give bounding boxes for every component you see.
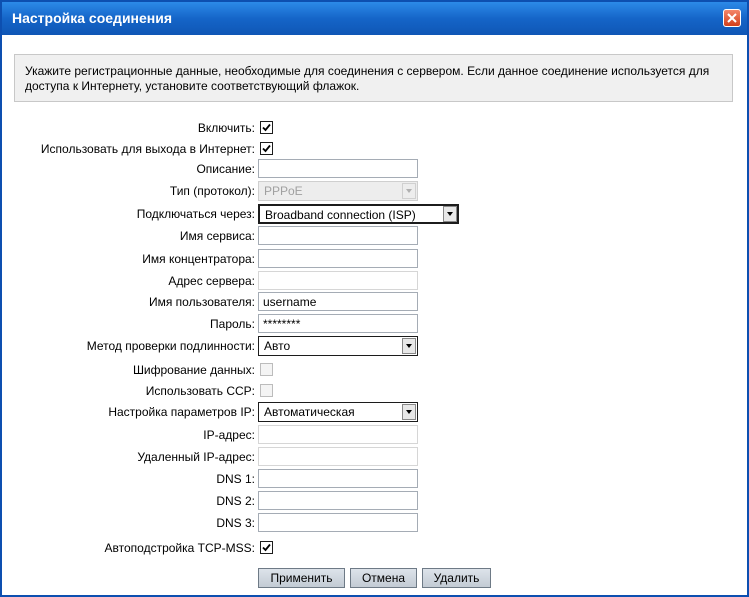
username-label: Имя пользователя: xyxy=(148,295,255,309)
row-dns3: DNS 3: xyxy=(2,513,747,533)
chevron-down-icon xyxy=(402,183,416,199)
row-encryption: Шифрование данных: xyxy=(2,360,747,380)
ip-settings-label: Настройка параметров IP: xyxy=(108,405,255,419)
row-connect-via: Подключаться через: Broadband connection… xyxy=(2,204,747,224)
cancel-button[interactable]: Отмена xyxy=(350,568,417,588)
row-dns2: DNS 2: xyxy=(2,491,747,511)
server-label: Адрес сервера: xyxy=(168,274,255,288)
connect-via-value: Broadband connection (ISP) xyxy=(265,208,416,222)
chevron-down-icon xyxy=(443,206,457,222)
row-description: Описание: xyxy=(2,159,747,179)
auth-label: Метод проверки подлинности: xyxy=(86,339,255,353)
connection-settings-dialog: Настройка соединения Укажите регистрацио… xyxy=(0,0,749,597)
ip-input[interactable] xyxy=(258,425,418,444)
dns3-label: DNS 3: xyxy=(216,516,255,530)
row-concentrator: Имя концентратора: xyxy=(2,249,747,269)
type-select[interactable]: PPPoE xyxy=(258,181,418,201)
ip-label: IP-адрес: xyxy=(203,428,255,442)
dns2-input[interactable] xyxy=(258,491,418,510)
row-dns1: DNS 1: xyxy=(2,469,747,489)
row-password: Пароль: xyxy=(2,314,747,334)
row-ip: IP-адрес: xyxy=(2,425,747,445)
info-text: Укажите регистрационные данные, необходи… xyxy=(14,54,733,102)
chevron-down-icon xyxy=(402,404,416,420)
row-server: Адрес сервера: xyxy=(2,271,747,291)
close-icon[interactable] xyxy=(723,9,741,27)
tcpmss-label: Автоподстройка TCP-MSS: xyxy=(104,541,255,555)
encryption-checkbox[interactable] xyxy=(260,363,273,376)
service-input[interactable] xyxy=(258,226,418,245)
service-label: Имя сервиса: xyxy=(179,229,255,243)
password-label: Пароль: xyxy=(210,317,255,331)
connect-via-select[interactable]: Broadband connection (ISP) xyxy=(258,204,459,224)
remote-ip-input[interactable] xyxy=(258,447,418,466)
enable-checkbox[interactable] xyxy=(260,121,273,134)
auth-value: Авто xyxy=(264,339,291,353)
title-bar[interactable]: Настройка соединения xyxy=(2,2,747,35)
row-type: Тип (протокол): PPPoE xyxy=(2,181,747,201)
delete-button[interactable]: Удалить xyxy=(422,568,491,588)
username-input[interactable] xyxy=(258,292,418,311)
ccp-checkbox[interactable] xyxy=(260,384,273,397)
row-internet: Использовать для выхода в Интернет: xyxy=(2,139,747,159)
encryption-label: Шифрование данных: xyxy=(132,363,255,377)
password-input[interactable] xyxy=(258,314,418,333)
apply-button[interactable]: Применить xyxy=(258,568,345,588)
tcpmss-checkbox[interactable] xyxy=(260,541,273,554)
description-label: Описание: xyxy=(196,162,255,176)
dns3-input[interactable] xyxy=(258,513,418,532)
ip-settings-value: Автоматическая xyxy=(264,405,355,419)
chevron-down-icon xyxy=(402,338,416,354)
dns2-label: DNS 2: xyxy=(216,494,255,508)
enable-label: Включить: xyxy=(197,121,255,135)
type-label: Тип (протокол): xyxy=(169,184,255,198)
row-tcpmss: Автоподстройка TCP-MSS: xyxy=(2,538,747,558)
internet-label: Использовать для выхода в Интернет: xyxy=(40,142,255,156)
row-remote-ip: Удаленный IP-адрес: xyxy=(2,447,747,467)
concentrator-input[interactable] xyxy=(258,249,418,268)
row-ccp: Использовать CCP: xyxy=(2,381,747,401)
row-service: Имя сервиса: xyxy=(2,226,747,246)
remote-ip-label: Удаленный IP-адрес: xyxy=(137,450,255,464)
row-ip-settings: Настройка параметров IP: Автоматическая xyxy=(2,402,747,422)
server-input[interactable] xyxy=(258,271,418,290)
type-value: PPPoE xyxy=(264,184,303,198)
ip-settings-select[interactable]: Автоматическая xyxy=(258,402,418,422)
concentrator-label: Имя концентратора: xyxy=(142,252,255,266)
description-input[interactable] xyxy=(258,159,418,178)
ccp-label: Использовать CCP: xyxy=(145,384,255,398)
connect-via-label: Подключаться через: xyxy=(136,207,255,221)
dns1-input[interactable] xyxy=(258,469,418,488)
dns1-label: DNS 1: xyxy=(216,472,255,486)
row-username: Имя пользователя: xyxy=(2,292,747,312)
row-auth: Метод проверки подлинности: Авто xyxy=(2,336,747,356)
dialog-title: Настройка соединения xyxy=(12,10,173,26)
internet-checkbox[interactable] xyxy=(260,142,273,155)
row-enable: Включить: xyxy=(2,118,747,138)
auth-select[interactable]: Авто xyxy=(258,336,418,356)
